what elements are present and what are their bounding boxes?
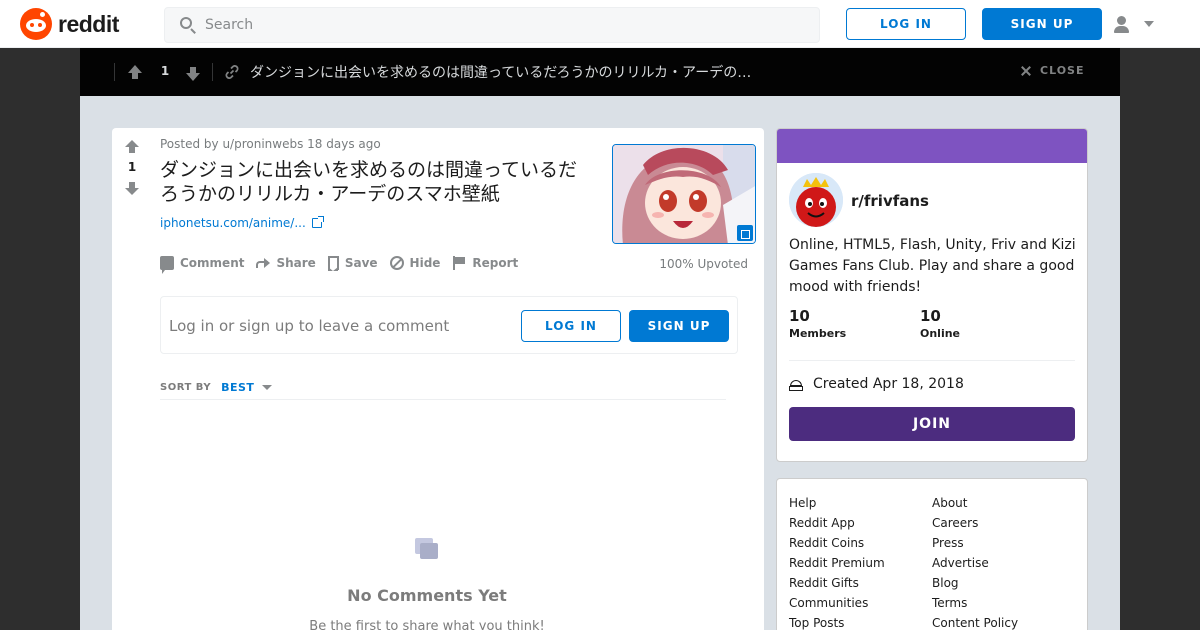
footer-link[interactable]: Communities <box>789 593 885 613</box>
footer-link[interactable]: Press <box>932 533 1018 553</box>
online-label: Online <box>920 327 961 340</box>
footer-link[interactable]: Terms <box>932 593 1018 613</box>
comment-login-box: Log in or sign up to leave a comment LOG… <box>160 296 738 354</box>
upvote-icon[interactable] <box>125 140 139 153</box>
post-meta: Posted by u/proninwebs 18 days ago <box>160 137 381 151</box>
footer-links-column-1: Help Reddit App Reddit Coins Reddit Prem… <box>789 493 885 630</box>
comment-signup-button[interactable]: SIGN UP <box>629 310 729 342</box>
post-score: 1 <box>127 160 137 174</box>
link-icon <box>225 65 239 79</box>
divider <box>114 63 115 81</box>
sort-bar: SORT BY BEST <box>160 376 726 400</box>
sort-dropdown[interactable]: BEST <box>221 381 254 394</box>
footer-link[interactable]: Reddit App <box>789 513 885 533</box>
hide-icon <box>389 256 404 270</box>
created-date: Created Apr 18, 2018 <box>789 376 964 392</box>
search-icon <box>179 16 197 34</box>
close-label: CLOSE <box>1040 64 1085 77</box>
external-link-icon <box>311 216 324 228</box>
external-link-icon <box>737 225 753 241</box>
comment-button[interactable]: Comment <box>160 256 245 274</box>
user-icon <box>1112 14 1132 34</box>
members-label: Members <box>789 327 847 340</box>
top-header: reddit LOG IN SIGN UP <box>0 0 1200 48</box>
post-actions: Comment Share Save Hide Report <box>160 256 530 274</box>
chevron-down-icon[interactable] <box>262 385 273 390</box>
community-banner <box>777 129 1087 163</box>
comments-icon <box>415 538 439 562</box>
footer-link[interactable]: Help <box>789 493 885 513</box>
close-icon <box>1020 65 1032 77</box>
comment-label: Comment <box>180 256 245 270</box>
footer-link[interactable]: Careers <box>932 513 1018 533</box>
members-stat: 10 Members <box>789 307 846 340</box>
close-button[interactable]: CLOSE <box>1020 64 1084 77</box>
footer-link[interactable]: Content Policy <box>932 613 1018 630</box>
footer-link[interactable]: About <box>932 493 1018 513</box>
bar-score: 1 <box>160 64 170 78</box>
community-avatar-image <box>789 173 843 227</box>
footer-link[interactable]: Top Posts <box>789 613 885 630</box>
community-description: Online, HTML5, Flash, Unity, Friv and Ki… <box>789 237 1076 295</box>
bookmark-icon <box>327 256 339 271</box>
downvote-icon[interactable] <box>186 67 200 81</box>
sort-label: SORT BY <box>160 382 212 393</box>
user-dropdown[interactable] <box>1112 12 1162 36</box>
created-text: Created Apr 18, 2018 <box>813 376 964 392</box>
post-link[interactable]: iphonetsu.com/anime/... <box>160 216 324 230</box>
upvote-ratio: 100% Upvoted <box>659 257 748 271</box>
divider <box>212 63 213 81</box>
cake-icon <box>789 377 803 391</box>
footer-link[interactable]: Reddit Gifts <box>789 573 885 593</box>
community-avatar[interactable] <box>789 173 843 227</box>
footer-links-card: Help Reddit App Reddit Coins Reddit Prem… <box>776 478 1088 630</box>
hide-button[interactable]: Hide <box>389 256 441 270</box>
empty-comments-subtitle: Be the first to share what you think! <box>309 619 545 630</box>
bar-post-title[interactable]: ダンジョンに出会いを求めるのは間違っているだろうかのリリルカ・アーデの… <box>250 62 770 82</box>
footer-link[interactable]: Reddit Premium <box>789 553 885 573</box>
downvote-icon[interactable] <box>125 182 139 195</box>
share-icon <box>256 256 271 270</box>
search-bar[interactable] <box>164 7 820 43</box>
comment-icon <box>160 256 174 274</box>
members-count: 10 <box>789 307 810 325</box>
report-label: Report <box>472 256 519 270</box>
post-link-text: iphonetsu.com/anime/... <box>160 216 306 230</box>
post-thumbnail[interactable] <box>612 144 756 244</box>
online-stat: 10 Online <box>920 307 960 340</box>
hide-label: Hide <box>409 256 441 270</box>
footer-links-column-2: About Careers Press Advertise Blog Terms… <box>932 493 1018 630</box>
share-label: Share <box>276 256 316 270</box>
empty-comments-title: No Comments Yet <box>347 586 507 605</box>
header-login-button[interactable]: LOG IN <box>846 8 966 40</box>
save-button[interactable]: Save <box>327 256 378 271</box>
comment-login-button[interactable]: LOG IN <box>521 310 621 342</box>
header-signup-button[interactable]: SIGN UP <box>982 8 1102 40</box>
footer-link[interactable]: Reddit Coins <box>789 533 885 553</box>
join-button[interactable]: JOIN <box>789 407 1075 441</box>
comment-prompt: Log in or sign up to leave a comment <box>169 317 450 335</box>
footer-link[interactable]: Blog <box>932 573 1018 593</box>
community-name[interactable]: r/frivfans <box>851 192 929 210</box>
post-title: ダンジョンに出会いを求めるのは間違っているだろうかのリリルカ・アーデのスマホ壁紙 <box>160 159 578 205</box>
reddit-logo[interactable]: reddit <box>20 8 119 40</box>
flag-icon <box>452 256 466 270</box>
online-count: 10 <box>920 307 941 325</box>
share-button[interactable]: Share <box>256 256 316 270</box>
footer-link[interactable]: Advertise <box>932 553 1018 573</box>
save-label: Save <box>344 256 378 270</box>
chevron-down-icon <box>1144 21 1154 27</box>
divider <box>789 360 1075 361</box>
report-button[interactable]: Report <box>452 256 518 270</box>
upvote-icon[interactable] <box>128 65 142 79</box>
search-input[interactable] <box>205 17 785 33</box>
post-card: 1 Posted by u/proninwebs 18 days ago ダンジ… <box>112 128 764 630</box>
community-card: r/frivfans Online, HTML5, Flash, Unity, … <box>776 128 1088 462</box>
reddit-alien-icon <box>20 8 52 40</box>
logo-wordmark: reddit <box>58 10 119 37</box>
anime-girl-thumbnail-image <box>613 145 755 243</box>
